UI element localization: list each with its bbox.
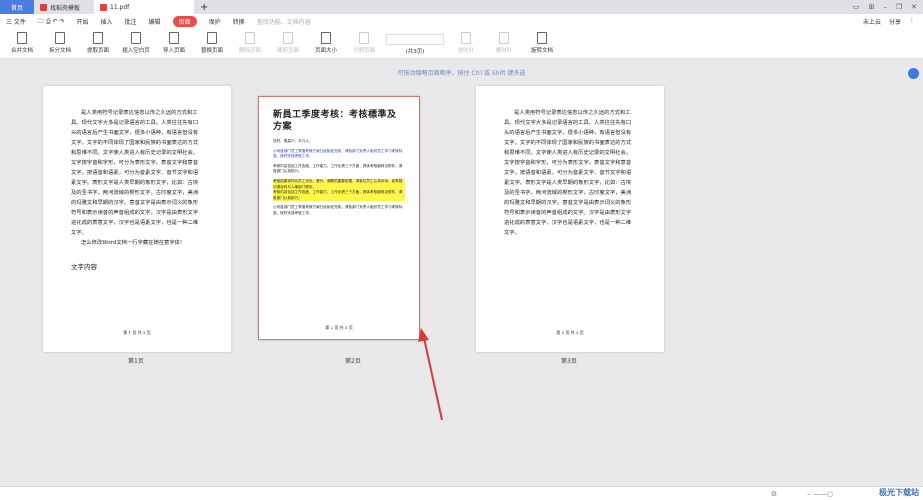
status-bar: ⚙ – ——○ bbox=[0, 486, 923, 500]
zoom-slider[interactable]: – ——○ bbox=[807, 490, 833, 498]
settings-icon[interactable]: ⚙ bbox=[771, 490, 777, 498]
watermark-logo: 极光下载站 bbox=[879, 488, 919, 497]
annotation-arrow bbox=[418, 328, 443, 421]
